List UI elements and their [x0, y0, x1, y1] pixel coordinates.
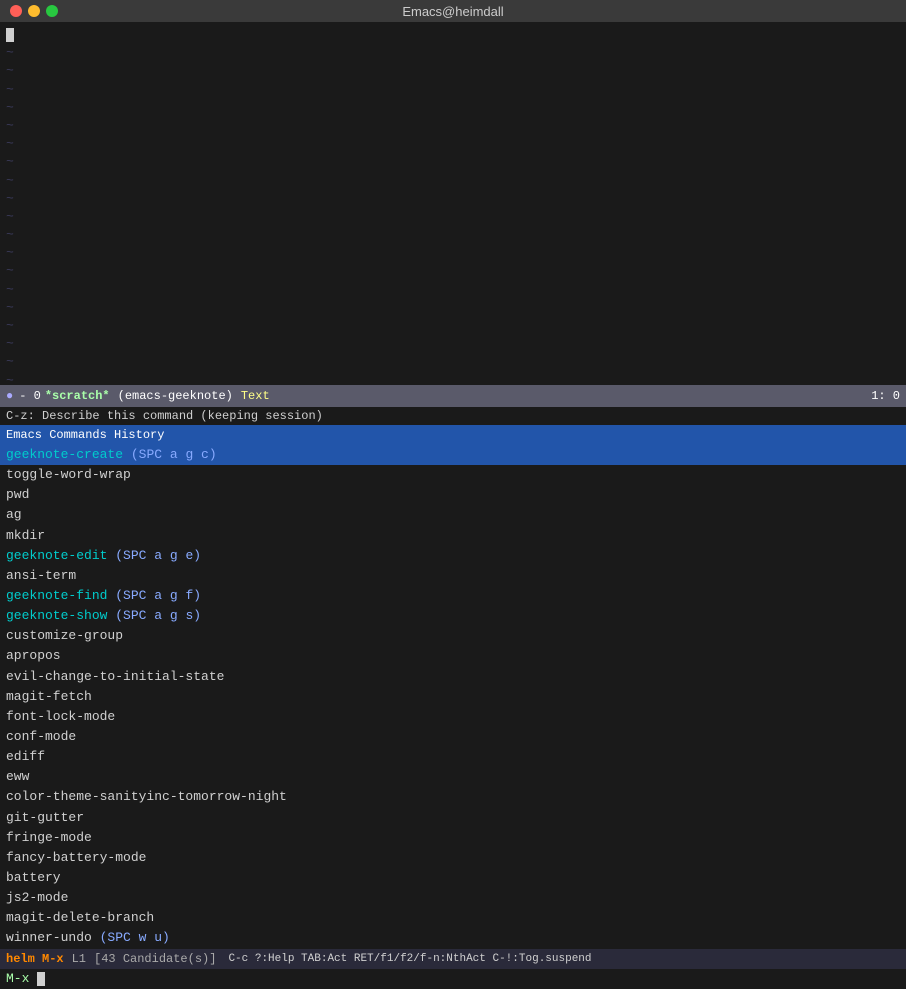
completion-item-11[interactable]: evil-change-to-initial-state	[0, 667, 906, 687]
status-line: C-z: Describe this command (keeping sess…	[0, 407, 906, 425]
completion-label-21: battery	[6, 870, 61, 885]
completion-label-12: magit-fetch	[6, 689, 92, 704]
completion-item-14[interactable]: conf-mode	[0, 727, 906, 747]
completion-label-3: ag	[6, 507, 22, 522]
completion-label-8: geeknote-show (SPC a g s)	[6, 608, 201, 623]
tilde-6: ~	[6, 135, 900, 153]
completion-label-18: git-gutter	[6, 810, 84, 825]
tilde-5: ~	[6, 117, 900, 135]
helm-header: Emacs Commands History	[0, 425, 906, 445]
completion-label-24: winner-undo (SPC w u)	[6, 930, 170, 945]
completion-item-10[interactable]: apropos	[0, 646, 906, 666]
tilde-9: ~	[6, 190, 900, 208]
mode-line-position: 1: 0	[871, 389, 900, 403]
helm-bar: helm M-x L1 [43 Candidate(s)] C-c ?:Help…	[0, 949, 906, 969]
completion-item-4[interactable]: mkdir	[0, 526, 906, 546]
mode-line-mode: (emacs-geeknote)	[118, 389, 233, 403]
completion-list[interactable]: geeknote-create (SPC a g c) toggle-word-…	[0, 445, 906, 949]
completion-label-11: evil-change-to-initial-state	[6, 669, 224, 684]
minibuffer[interactable]: M-x	[0, 969, 906, 989]
tilde-4: ~	[6, 99, 900, 117]
text-cursor	[6, 28, 14, 42]
completion-label-7: geeknote-find (SPC a g f)	[6, 588, 201, 603]
completion-item-16[interactable]: eww	[0, 767, 906, 787]
tilde-7: ~	[6, 153, 900, 171]
completion-label-2: pwd	[6, 487, 29, 502]
completion-item-0[interactable]: geeknote-create (SPC a g c)	[0, 445, 906, 465]
tilde-10: ~	[6, 208, 900, 226]
tilde-11: ~	[6, 226, 900, 244]
tilde-14: ~	[6, 281, 900, 299]
completion-label-0: geeknote-create (SPC a g c)	[6, 447, 217, 462]
helm-header-text: Emacs Commands History	[6, 428, 164, 442]
completion-label-10: apropos	[6, 648, 61, 663]
completion-label-15: ediff	[6, 749, 45, 764]
completion-item-1[interactable]: toggle-word-wrap	[0, 465, 906, 485]
completion-label-23: magit-delete-branch	[6, 910, 154, 925]
maximize-button[interactable]	[46, 5, 58, 17]
tilde-16: ~	[6, 317, 900, 335]
tilde-15: ~	[6, 299, 900, 317]
mode-line: ● - 0 *scratch* (emacs-geeknote) Text 1:…	[0, 385, 906, 407]
status-text: C-z: Describe this command (keeping sess…	[6, 409, 323, 423]
tilde-3: ~	[6, 81, 900, 99]
window-controls[interactable]	[10, 5, 58, 17]
completion-item-21[interactable]: battery	[0, 868, 906, 888]
completion-item-17[interactable]: color-theme-sanityinc-tomorrow-night	[0, 787, 906, 807]
completion-label-14: conf-mode	[6, 729, 76, 744]
window-title: Emacs@heimdall	[402, 4, 503, 19]
mode-line-flags: - 0	[19, 389, 41, 403]
minibuffer-cursor	[37, 972, 45, 986]
close-button[interactable]	[10, 5, 22, 17]
completion-label-13: font-lock-mode	[6, 709, 115, 724]
tilde-19: ~	[6, 372, 900, 385]
completion-label-16: eww	[6, 769, 29, 784]
completion-item-7[interactable]: geeknote-find (SPC a g f)	[0, 586, 906, 606]
tilde-8: ~	[6, 172, 900, 190]
tilde-18: ~	[6, 353, 900, 371]
completion-item-2[interactable]: pwd	[0, 485, 906, 505]
completion-item-23[interactable]: magit-delete-branch	[0, 908, 906, 928]
completion-label-9: customize-group	[6, 628, 123, 643]
completion-label-4: mkdir	[6, 528, 45, 543]
completion-label-17: color-theme-sanityinc-tomorrow-night	[6, 789, 287, 804]
title-bar: Emacs@heimdall	[0, 0, 906, 22]
tilde-17: ~	[6, 335, 900, 353]
completion-item-3[interactable]: ag	[0, 505, 906, 525]
completion-item-19[interactable]: fringe-mode	[0, 828, 906, 848]
completion-item-24[interactable]: winner-undo (SPC w u)	[0, 928, 906, 948]
completion-label-19: fringe-mode	[6, 830, 92, 845]
cursor-line	[6, 26, 900, 44]
completion-item-13[interactable]: font-lock-mode	[0, 707, 906, 727]
mode-line-buffer: *scratch*	[45, 389, 110, 403]
completion-item-9[interactable]: customize-group	[0, 626, 906, 646]
tilde-2: ~	[6, 62, 900, 80]
completion-label-22: js2-mode	[6, 890, 68, 905]
mode-line-icon: ●	[6, 389, 13, 403]
completion-item-6[interactable]: ansi-term	[0, 566, 906, 586]
helm-bar-name: helm M-x	[6, 952, 64, 966]
completion-item-18[interactable]: git-gutter	[0, 808, 906, 828]
completion-item-12[interactable]: magit-fetch	[0, 687, 906, 707]
helm-bar-keys: C-c ?:Help TAB:Act RET/f1/f2/f-n:NthAct …	[228, 953, 591, 965]
minibuffer-prompt: M-x	[6, 971, 29, 986]
minimize-button[interactable]	[28, 5, 40, 17]
mode-line-extra: Text	[241, 389, 270, 403]
completion-item-8[interactable]: geeknote-show (SPC a g s)	[0, 606, 906, 626]
completion-label-20: fancy-battery-mode	[6, 850, 146, 865]
tilde-13: ~	[6, 262, 900, 280]
tilde-1: ~	[6, 44, 900, 62]
tilde-12: ~	[6, 244, 900, 262]
completion-item-22[interactable]: js2-mode	[0, 888, 906, 908]
editor-area: ~ ~ ~ ~ ~ ~ ~ ~ ~ ~ ~ ~ ~ ~ ~ ~ ~ ~ ~ ~ …	[0, 22, 906, 385]
completion-item-5[interactable]: geeknote-edit (SPC a g e)	[0, 546, 906, 566]
helm-bar-linenum: L1	[72, 952, 86, 966]
completion-item-20[interactable]: fancy-battery-mode	[0, 848, 906, 868]
completion-label-6: ansi-term	[6, 568, 76, 583]
completion-label-5: geeknote-edit (SPC a g e)	[6, 548, 201, 563]
completion-label-1: toggle-word-wrap	[6, 467, 131, 482]
completion-item-15[interactable]: ediff	[0, 747, 906, 767]
helm-bar-candidates: [43 Candidate(s)]	[94, 952, 216, 966]
